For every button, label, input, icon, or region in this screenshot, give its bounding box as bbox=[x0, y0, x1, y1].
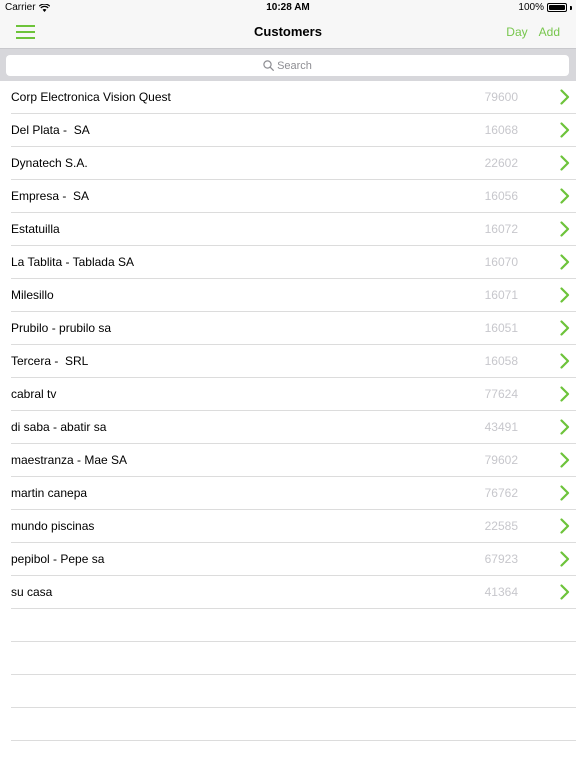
customer-name: Del Plata - SA bbox=[11, 123, 90, 137]
menu-line bbox=[16, 31, 35, 33]
customer-name: maestranza - Mae SA bbox=[11, 453, 128, 467]
table-row[interactable]: di saba - abatir sa 43491 bbox=[11, 411, 576, 444]
customer-code: 16071 bbox=[484, 288, 518, 302]
chevron-right-icon bbox=[560, 551, 570, 567]
empty-row bbox=[11, 642, 576, 675]
empty-row bbox=[11, 609, 576, 642]
table-row[interactable]: Milesillo 16071 bbox=[11, 279, 576, 312]
customer-name: Milesillo bbox=[11, 288, 54, 302]
battery-percent: 100% bbox=[518, 2, 544, 13]
chevron-right-icon bbox=[560, 320, 570, 336]
chevron-right-icon bbox=[560, 89, 570, 105]
status-bar: Carrier 10:28 AM 100% bbox=[0, 0, 576, 16]
customer-code: 76762 bbox=[484, 486, 518, 500]
table-row[interactable]: mundo piscinas 22585 bbox=[11, 510, 576, 543]
customer-name: Empresa - SA bbox=[11, 189, 90, 203]
customer-name: La Tablita - Tablada SA bbox=[11, 255, 134, 269]
chevron-right-icon bbox=[560, 584, 570, 600]
customer-name: Tercera - SRL bbox=[11, 354, 89, 368]
customer-code: 16051 bbox=[484, 321, 518, 335]
empty-row bbox=[11, 708, 576, 741]
chevron-right-icon bbox=[560, 485, 570, 501]
customer-code: 41364 bbox=[484, 585, 518, 599]
chevron-right-icon bbox=[560, 155, 570, 171]
customer-code: 43491 bbox=[484, 420, 518, 434]
table-row[interactable]: Estatuilla 16072 bbox=[11, 213, 576, 246]
menu-line bbox=[16, 25, 35, 27]
add-button[interactable]: Add bbox=[539, 25, 560, 39]
table-row[interactable]: Tercera - SRL 16058 bbox=[11, 345, 576, 378]
customer-name: su casa bbox=[11, 585, 53, 599]
table-row[interactable]: cabral tv 77624 bbox=[11, 378, 576, 411]
customer-name: pepibol - Pepe sa bbox=[11, 552, 105, 566]
customer-code: 16070 bbox=[484, 255, 518, 269]
day-button[interactable]: Day bbox=[506, 25, 527, 39]
table-row[interactable]: su casa 41364 bbox=[11, 576, 576, 609]
battery-fill bbox=[549, 5, 565, 10]
battery-tip bbox=[570, 5, 572, 10]
table-row[interactable]: Corp Electronica Vision Quest 79600 bbox=[11, 81, 576, 114]
table-row[interactable]: Empresa - SA 16056 bbox=[11, 180, 576, 213]
chevron-right-icon bbox=[560, 386, 570, 402]
customer-code: 16058 bbox=[484, 354, 518, 368]
status-right: 100% bbox=[518, 2, 572, 13]
chevron-right-icon bbox=[560, 518, 570, 534]
customer-name: Dynatech S.A. bbox=[11, 156, 88, 170]
chevron-right-icon bbox=[560, 419, 570, 435]
customer-name: martin canepa bbox=[11, 486, 88, 500]
table-row[interactable]: Del Plata - SA 16068 bbox=[11, 114, 576, 147]
customer-name: Estatuilla bbox=[11, 222, 60, 236]
search-bar bbox=[0, 48, 576, 81]
customer-code: 16068 bbox=[484, 123, 518, 137]
customer-code: 79600 bbox=[484, 90, 518, 104]
table-row[interactable]: maestranza - Mae SA 79602 bbox=[11, 444, 576, 477]
customer-name: mundo piscinas bbox=[11, 519, 95, 533]
table-row[interactable]: Dynatech S.A. 22602 bbox=[11, 147, 576, 180]
chevron-right-icon bbox=[560, 122, 570, 138]
nav-actions: Day Add bbox=[506, 25, 560, 39]
customer-name: Prubilo - prubilo sa bbox=[11, 321, 112, 335]
navigation-bar: Customers Day Add bbox=[0, 16, 576, 48]
customer-code: 67923 bbox=[484, 552, 518, 566]
chevron-right-icon bbox=[560, 188, 570, 204]
customer-code: 22585 bbox=[484, 519, 518, 533]
chevron-right-icon bbox=[560, 287, 570, 303]
customer-code: 16072 bbox=[484, 222, 518, 236]
chevron-right-icon bbox=[560, 254, 570, 270]
status-time: 10:28 AM bbox=[266, 2, 310, 13]
table-row[interactable]: martin canepa 76762 bbox=[11, 477, 576, 510]
customer-code: 16056 bbox=[484, 189, 518, 203]
customer-code: 79602 bbox=[484, 453, 518, 467]
empty-row bbox=[11, 675, 576, 708]
page-title: Customers bbox=[254, 24, 322, 39]
chevron-right-icon bbox=[560, 221, 570, 237]
customer-name: cabral tv bbox=[11, 387, 57, 401]
customer-list: Corp Electronica Vision Quest 79600 Del … bbox=[0, 81, 576, 741]
chevron-right-icon bbox=[560, 452, 570, 468]
search-input[interactable] bbox=[6, 55, 569, 76]
table-row[interactable]: Prubilo - prubilo sa 16051 bbox=[11, 312, 576, 345]
customers-screen: Carrier 10:28 AM 100% Customers Day Add bbox=[0, 0, 576, 768]
customer-code: 77624 bbox=[484, 387, 518, 401]
menu-line bbox=[16, 37, 35, 39]
customer-name: Corp Electronica Vision Quest bbox=[11, 90, 171, 104]
customer-name: di saba - abatir sa bbox=[11, 420, 107, 434]
chevron-right-icon bbox=[560, 353, 570, 369]
customer-code: 22602 bbox=[484, 156, 518, 170]
table-row[interactable]: La Tablita - Tablada SA 16070 bbox=[11, 246, 576, 279]
table-row[interactable]: pepibol - Pepe sa 67923 bbox=[11, 543, 576, 576]
battery-icon bbox=[547, 3, 567, 12]
hamburger-menu-icon[interactable] bbox=[16, 24, 35, 40]
